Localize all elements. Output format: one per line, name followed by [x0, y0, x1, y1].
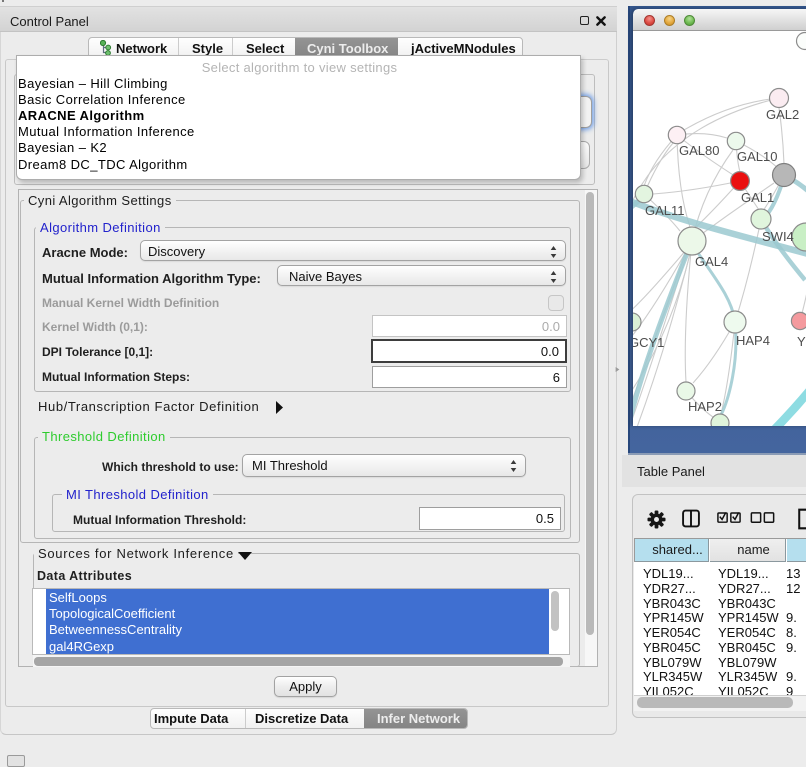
- svg-text:GAL2: GAL2: [766, 107, 799, 122]
- svg-text:YM: YM: [797, 334, 806, 349]
- svg-text:GAL11: GAL11: [645, 203, 685, 218]
- svg-text:GAL80: GAL80: [679, 143, 719, 158]
- svg-text:GAL4: GAL4: [695, 254, 728, 269]
- svg-text:GAL1: GAL1: [741, 190, 774, 205]
- svg-text:GCY1: GCY1: [633, 335, 664, 350]
- svg-text:HAP4: HAP4: [736, 333, 770, 348]
- svg-text:HAP2: HAP2: [688, 399, 722, 414]
- svg-text:SWI4: SWI4: [762, 229, 794, 244]
- svg-text:GAL10: GAL10: [737, 149, 777, 164]
